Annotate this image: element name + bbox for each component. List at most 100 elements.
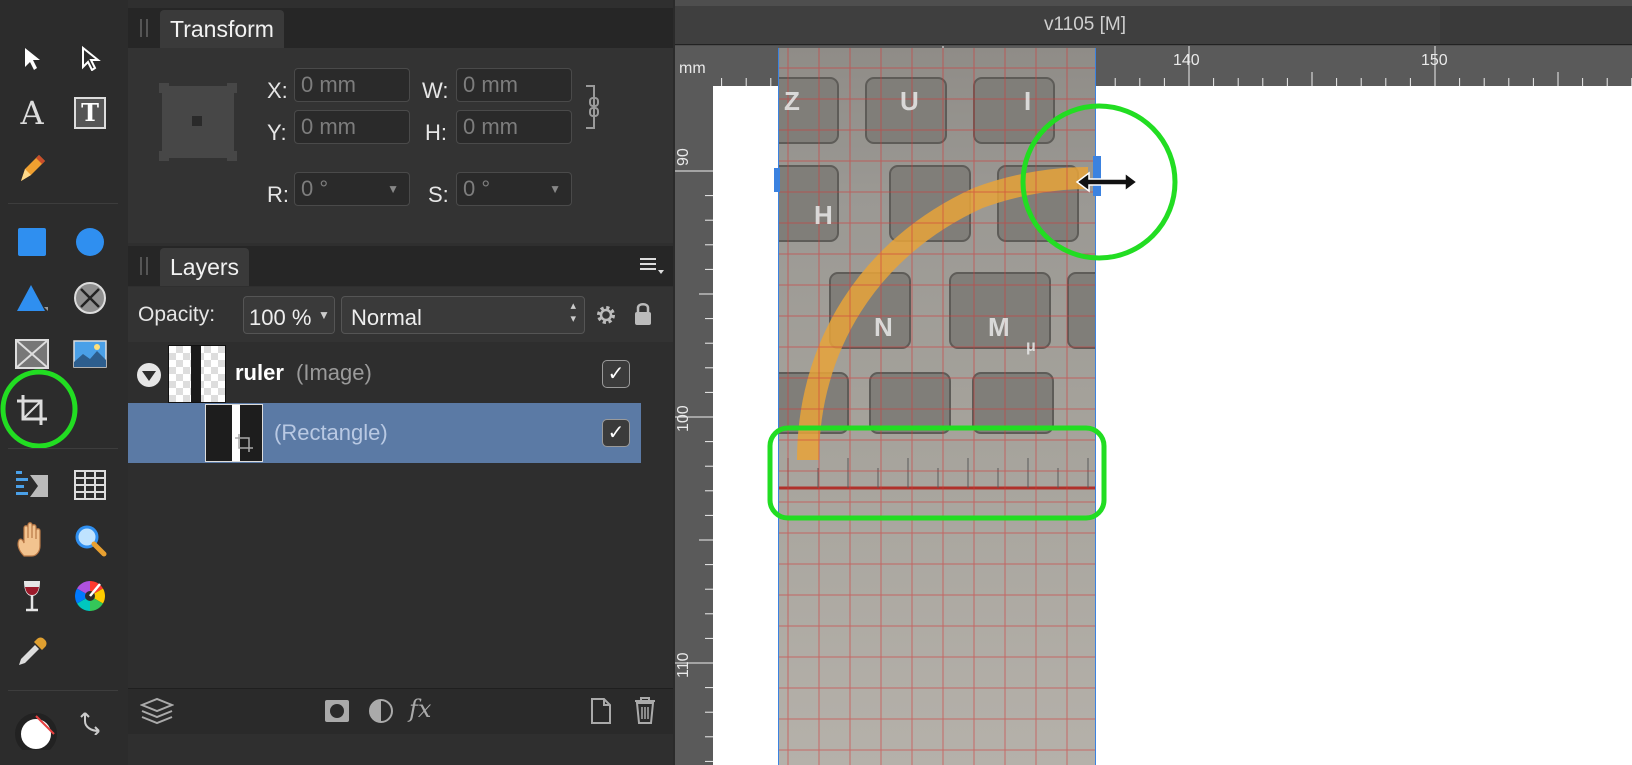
y-label: Y: xyxy=(267,120,287,145)
anchor-point-selector[interactable] xyxy=(159,83,237,161)
layers-footer: fx xyxy=(128,688,673,734)
x-field[interactable]: 0 mm xyxy=(294,68,410,102)
key-letter: Z xyxy=(784,86,800,116)
tools-panel: A T xyxy=(0,0,129,765)
photo-content xyxy=(778,48,1095,765)
document-view: v1105 [M] mm 130 140 150 90 100 110 xyxy=(675,0,1632,765)
transparency-tool-icon[interactable] xyxy=(10,574,54,618)
ruler-label: 100 xyxy=(675,405,692,432)
swap-colors-icon[interactable] xyxy=(72,702,112,742)
zoom-tool-icon[interactable] xyxy=(68,518,112,562)
shear-field[interactable]: 0 ° ▼ xyxy=(456,172,572,206)
rectangle-tool-icon[interactable] xyxy=(10,220,54,264)
visibility-checkbox[interactable]: ✓ xyxy=(602,360,630,388)
layer-name: ruler xyxy=(235,360,284,385)
h-label: H: xyxy=(425,120,447,145)
trash-icon[interactable] xyxy=(634,696,656,724)
dropdown-arrow-icon: ▼ xyxy=(549,182,561,196)
color-selector-icon[interactable] xyxy=(14,706,58,750)
hand-tool-icon[interactable] xyxy=(10,518,54,562)
layer-row-ruler[interactable]: ruler (Image) ✓ xyxy=(128,344,641,404)
blend-mode-select[interactable]: Normal ▴ ▾ xyxy=(341,296,585,334)
ruler-label: 110 xyxy=(675,652,692,678)
panel-grip[interactable] xyxy=(140,19,148,37)
s-label: S: xyxy=(428,182,449,207)
expand-toggle-icon[interactable] xyxy=(135,361,163,389)
cropped-image-ruler[interactable]: Z U I H N M μ xyxy=(778,48,1095,765)
triangle-tool-icon[interactable] xyxy=(10,276,54,320)
layers-stack-icon[interactable] xyxy=(140,697,174,725)
color-wheel-icon[interactable] xyxy=(68,574,112,618)
dropdown-arrow-icon: ▼ xyxy=(387,182,399,196)
ruler-label: 140 xyxy=(1173,52,1200,69)
tools-divider xyxy=(8,690,118,691)
ruler-unit: mm xyxy=(679,60,706,77)
link-icon[interactable] xyxy=(583,82,603,132)
document-tab[interactable]: v1105 [M] xyxy=(675,6,1440,44)
document-title: v1105 [M] xyxy=(1043,14,1127,35)
picture-frame-tool-icon[interactable] xyxy=(10,332,54,376)
layers-options-bar: Opacity: 100 % ▼ Normal ▴ ▾ xyxy=(128,287,673,342)
artistic-text-tool-icon[interactable]: A xyxy=(10,91,54,135)
opacity-label: Opacity: xyxy=(138,303,216,326)
lock-icon[interactable] xyxy=(633,301,653,327)
h-field[interactable]: 0 mm xyxy=(456,110,572,144)
crop-handle-left[interactable] xyxy=(774,168,780,192)
dropdown-arrow-icon: ▼ xyxy=(314,297,334,333)
layer-thumbnail xyxy=(205,404,263,462)
donut-tool-icon[interactable] xyxy=(68,276,112,320)
tools-divider xyxy=(8,203,118,204)
selection-edge-left xyxy=(778,48,779,765)
place-image-tool-icon[interactable] xyxy=(68,332,112,376)
key-letter: N xyxy=(874,312,893,342)
color-picker-tool-icon[interactable] xyxy=(10,630,54,674)
layers-tabbar: Layers xyxy=(128,246,673,286)
ruler-label: 150 xyxy=(1421,52,1448,69)
tab-layers[interactable]: Layers xyxy=(160,248,250,286)
gear-icon[interactable] xyxy=(594,303,618,327)
visibility-checkbox[interactable]: ✓ xyxy=(602,419,630,447)
move-tool-icon[interactable] xyxy=(10,36,54,80)
opacity-value: 100 % xyxy=(249,305,312,330)
key-letter: I xyxy=(1024,86,1032,116)
vertical-ruler[interactable]: 90 100 110 xyxy=(675,86,713,765)
ruler-label: 90 xyxy=(675,148,692,166)
resize-horizontal-cursor-icon xyxy=(1075,171,1139,193)
w-label: W: xyxy=(422,78,449,103)
blend-mode-value: Normal xyxy=(351,305,422,330)
r-label: R: xyxy=(267,182,289,207)
x-label: X: xyxy=(267,78,288,103)
rotation-value: 0 ° xyxy=(301,176,329,201)
pen-tool-icon[interactable] xyxy=(10,146,54,190)
table-tool-icon[interactable] xyxy=(68,463,112,507)
studio-panels: Transform X: 0 mm W: 0 mm Y: 0 mm H: 0 m… xyxy=(128,0,673,765)
table-of-contents-tool-icon[interactable] xyxy=(10,463,54,507)
crop-tool-icon[interactable] xyxy=(10,388,54,432)
fx-icon[interactable]: fx xyxy=(409,695,431,723)
opacity-field[interactable]: 100 % ▼ xyxy=(243,296,335,334)
layer-row-rectangle[interactable]: (Rectangle) ✓ xyxy=(128,403,641,463)
y-field[interactable]: 0 mm xyxy=(294,110,410,144)
key-letter: U xyxy=(900,86,919,116)
mask-layer-icon[interactable] xyxy=(324,699,350,723)
node-tool-icon[interactable] xyxy=(68,36,112,80)
w-field[interactable]: 0 mm xyxy=(456,68,572,102)
ellipse-tool-icon[interactable] xyxy=(68,220,112,264)
document-tab-bar: v1105 [M] xyxy=(675,6,1632,45)
tools-divider xyxy=(8,448,118,449)
frame-text-tool-icon[interactable]: T xyxy=(68,91,112,135)
key-letter: H xyxy=(814,200,833,230)
add-page-icon[interactable] xyxy=(590,697,612,725)
panel-menu-icon[interactable] xyxy=(638,256,666,276)
rotation-field[interactable]: 0 ° ▼ xyxy=(294,172,410,206)
panel-grip[interactable] xyxy=(140,257,148,275)
layers-list: ruler (Image) ✓ (Rectangle) ✓ xyxy=(128,342,673,688)
shear-value: 0 ° xyxy=(463,176,491,201)
transform-panel: X: 0 mm W: 0 mm Y: 0 mm H: 0 mm R: 0 ° ▼… xyxy=(128,48,673,243)
adjustment-icon[interactable] xyxy=(368,698,394,724)
layer-thumbnail xyxy=(168,345,226,403)
tab-transform[interactable]: Transform xyxy=(160,10,284,48)
transform-tabbar: Transform xyxy=(128,8,673,48)
layer-type: (Image) xyxy=(296,360,372,385)
stepper-arrows-icon: ▴ ▾ xyxy=(570,300,576,325)
